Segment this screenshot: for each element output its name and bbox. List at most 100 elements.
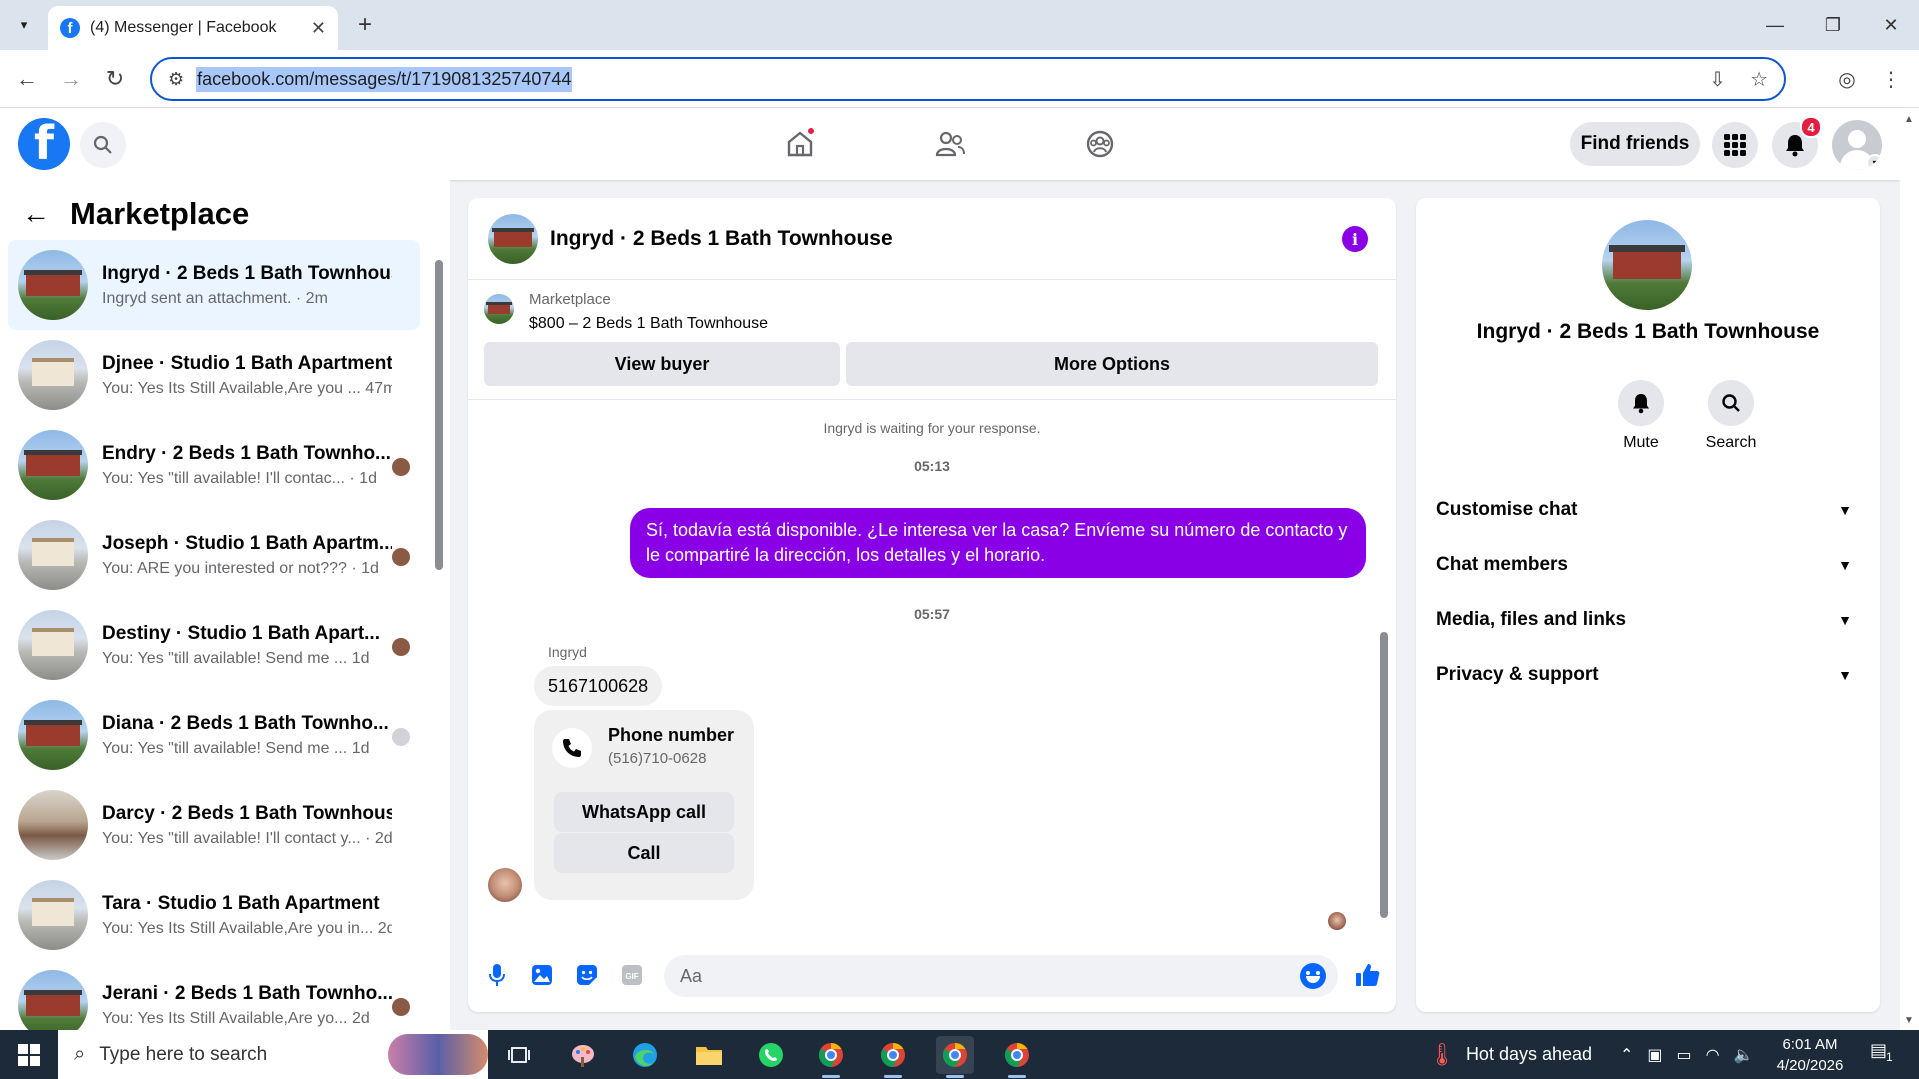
sender-avatar[interactable] bbox=[488, 868, 522, 902]
conversation-item[interactable]: Tara · Studio 1 Bath Apartment You: Yes I… bbox=[8, 870, 420, 960]
groups-icon[interactable] bbox=[1076, 120, 1124, 168]
chrome-profile-4-icon[interactable] bbox=[998, 1036, 1036, 1078]
thumbs-up-icon[interactable] bbox=[1353, 960, 1383, 990]
paint-app-icon[interactable] bbox=[564, 1036, 602, 1074]
action-center-count: 1 bbox=[1886, 1050, 1893, 1064]
site-info-icon[interactable]: ⚙ bbox=[168, 69, 184, 90]
new-tab-button[interactable]: + bbox=[350, 10, 380, 40]
chrome-profile-3-icon[interactable] bbox=[936, 1036, 974, 1078]
section-customise-chat[interactable]: Customise chat ▼ bbox=[1436, 490, 1860, 530]
browser-menu-icon[interactable]: ⋮ bbox=[1876, 64, 1906, 94]
chrome-profile-1-icon[interactable] bbox=[812, 1036, 850, 1078]
section-label: Chat members bbox=[1436, 554, 1568, 575]
meet-now-icon[interactable]: ▣ bbox=[1647, 1045, 1662, 1065]
section-media-files-links[interactable]: Media, files and links ▼ bbox=[1436, 600, 1860, 640]
info-icon[interactable]: i bbox=[1342, 226, 1368, 252]
restore-button[interactable]: ❐ bbox=[1804, 0, 1862, 50]
chat-listing-thumbnail[interactable] bbox=[488, 213, 538, 264]
search-icon[interactable] bbox=[1708, 380, 1754, 426]
taskbar-search-placeholder: Type here to search bbox=[99, 1043, 268, 1065]
conversation-item[interactable]: Joseph · Studio 1 Bath Apartm... You: ARE… bbox=[8, 510, 420, 600]
bell-icon[interactable] bbox=[1618, 380, 1664, 426]
whatsapp-call-button[interactable]: WhatsApp call bbox=[554, 792, 734, 832]
conversation-item[interactable]: Destiny · Studio 1 Bath Apart... You: Yes… bbox=[8, 600, 420, 690]
gif-icon[interactable]: GIF bbox=[617, 960, 647, 990]
weather-widget[interactable]: 🌡 Hot days ahead bbox=[1428, 1030, 1592, 1079]
conversation-list: Ingryd · 2 Beds 1 Bath Townhouse Ingryd s… bbox=[8, 240, 420, 1050]
page-scrollbar[interactable]: ▲ ▼ bbox=[1900, 108, 1919, 1030]
section-privacy-support[interactable]: Privacy & support ▼ bbox=[1436, 655, 1860, 695]
facebook-search-icon[interactable] bbox=[80, 122, 126, 168]
emoji-icon[interactable] bbox=[1300, 963, 1326, 989]
url-text[interactable]: facebook.com/messages/t/1719081325740744 bbox=[196, 66, 573, 92]
clock-time: 6:01 AM bbox=[1782, 1036, 1838, 1053]
find-friends-button[interactable]: Find friends bbox=[1570, 122, 1700, 166]
incoming-message-bubble[interactable]: 5167100628 bbox=[534, 666, 663, 706]
participant-mini-avatar bbox=[392, 458, 410, 476]
chevron-down-icon: ▼ bbox=[1838, 667, 1852, 683]
volume-icon[interactable]: 🔈 bbox=[1734, 1045, 1754, 1065]
conversation-name: Djnee · Studio 1 Bath Apartment bbox=[102, 352, 392, 374]
forward-button[interactable]: → bbox=[54, 62, 88, 96]
message-input[interactable]: Aa bbox=[664, 955, 1338, 997]
conversation-item[interactable]: Djnee · Studio 1 Bath Apartment You: Yes … bbox=[8, 330, 420, 420]
scroll-up-arrow-icon[interactable]: ▲ bbox=[1904, 114, 1914, 125]
install-app-icon[interactable]: ⇩ bbox=[1709, 67, 1726, 92]
back-arrow-icon[interactable]: ← bbox=[22, 198, 50, 230]
profile-icon[interactable]: ◎ bbox=[1832, 64, 1862, 94]
scroll-down-arrow-icon[interactable]: ▼ bbox=[1904, 1015, 1914, 1026]
sidebar-scrollbar[interactable] bbox=[434, 240, 444, 1020]
chrome-profile-2-icon[interactable] bbox=[874, 1036, 912, 1078]
conversation-thumbnail bbox=[18, 250, 88, 320]
browser-tab[interactable]: f (4) Messenger | Facebook ✕ bbox=[48, 6, 338, 50]
chat-title[interactable]: Ingryd · 2 Beds 1 Bath Townhouse bbox=[550, 227, 893, 251]
more-options-button[interactable]: More Options bbox=[846, 342, 1378, 386]
windows-start-icon[interactable] bbox=[0, 1030, 58, 1079]
back-button[interactable]: ← bbox=[10, 62, 44, 96]
notifications-bell-icon[interactable]: 4 bbox=[1772, 116, 1822, 168]
close-window-button[interactable]: ✕ bbox=[1862, 0, 1919, 50]
taskbar-search-box[interactable]: ⌕ Type here to search bbox=[58, 1030, 488, 1079]
friends-icon[interactable] bbox=[926, 120, 974, 168]
photo-icon[interactable] bbox=[527, 960, 557, 990]
edge-browser-icon[interactable] bbox=[626, 1036, 664, 1074]
section-chat-members[interactable]: Chat members ▼ bbox=[1436, 545, 1860, 585]
conversation-sidebar: ← Marketplace Ingryd · 2 Beds 1 Bath Tow… bbox=[0, 180, 450, 1040]
facebook-logo-icon[interactable]: f bbox=[18, 118, 70, 170]
conversation-item[interactable]: Diana · 2 Beds 1 Bath Townho... You: Yes … bbox=[8, 690, 420, 780]
conversation-name: Destiny · Studio 1 Bath Apart... bbox=[102, 622, 380, 644]
address-bar[interactable]: ⚙ facebook.com/messages/t/17190813257407… bbox=[150, 57, 1786, 101]
system-clock[interactable]: 6:01 AM 4/20/2026 bbox=[1760, 1034, 1860, 1076]
conversation-preview: You: Yes "till available! Send me ... 1d bbox=[102, 649, 370, 667]
mute-action[interactable]: Mute bbox=[1601, 380, 1681, 452]
search-action[interactable]: Search bbox=[1691, 380, 1771, 452]
home-icon[interactable] bbox=[776, 120, 824, 168]
close-tab-icon[interactable]: ✕ bbox=[311, 18, 326, 39]
bookmark-star-icon[interactable]: ☆ bbox=[1750, 67, 1768, 92]
chat-scrollbar[interactable] bbox=[1378, 408, 1390, 928]
minimize-button[interactable]: — bbox=[1746, 0, 1804, 50]
sticker-icon[interactable] bbox=[572, 960, 602, 990]
tab-search-dropdown[interactable]: ▾ bbox=[8, 10, 40, 40]
call-button[interactable]: Call bbox=[554, 833, 734, 873]
file-explorer-icon[interactable] bbox=[690, 1036, 728, 1074]
microphone-icon[interactable] bbox=[482, 960, 512, 990]
details-listing-thumbnail[interactable] bbox=[1602, 220, 1692, 310]
menu-grid-icon[interactable] bbox=[1712, 122, 1758, 168]
whatsapp-icon[interactable] bbox=[752, 1036, 790, 1074]
outgoing-message-bubble[interactable]: Sí, todavía está disponible. ¿Le interes… bbox=[630, 508, 1366, 578]
listing-title[interactable]: $800 – 2 Beds 1 Bath Townhouse bbox=[529, 315, 768, 333]
conversation-item[interactable]: Endry · 2 Beds 1 Bath Townho... You: Yes … bbox=[8, 420, 420, 510]
seen-receipt-avatar bbox=[1328, 912, 1346, 930]
account-avatar[interactable]: ▾ bbox=[1832, 120, 1882, 170]
action-center-icon[interactable]: ▤ 1 bbox=[1870, 1040, 1893, 1064]
view-buyer-button[interactable]: View buyer bbox=[484, 342, 840, 386]
conversation-item[interactable]: Ingryd · 2 Beds 1 Bath Townhouse Ingryd s… bbox=[8, 240, 420, 330]
reload-button[interactable]: ↻ bbox=[98, 62, 132, 96]
task-view-icon[interactable] bbox=[500, 1036, 538, 1074]
conversation-preview: You: Yes "till available! I'll contac...… bbox=[102, 469, 377, 487]
wifi-icon[interactable]: ◠ bbox=[1706, 1045, 1720, 1065]
conversation-item[interactable]: Darcy · 2 Beds 1 Bath Townhouse You: Yes … bbox=[8, 780, 420, 870]
battery-icon[interactable]: ▭ bbox=[1677, 1045, 1692, 1065]
show-hidden-icons-icon[interactable]: ⌃ bbox=[1620, 1045, 1633, 1065]
